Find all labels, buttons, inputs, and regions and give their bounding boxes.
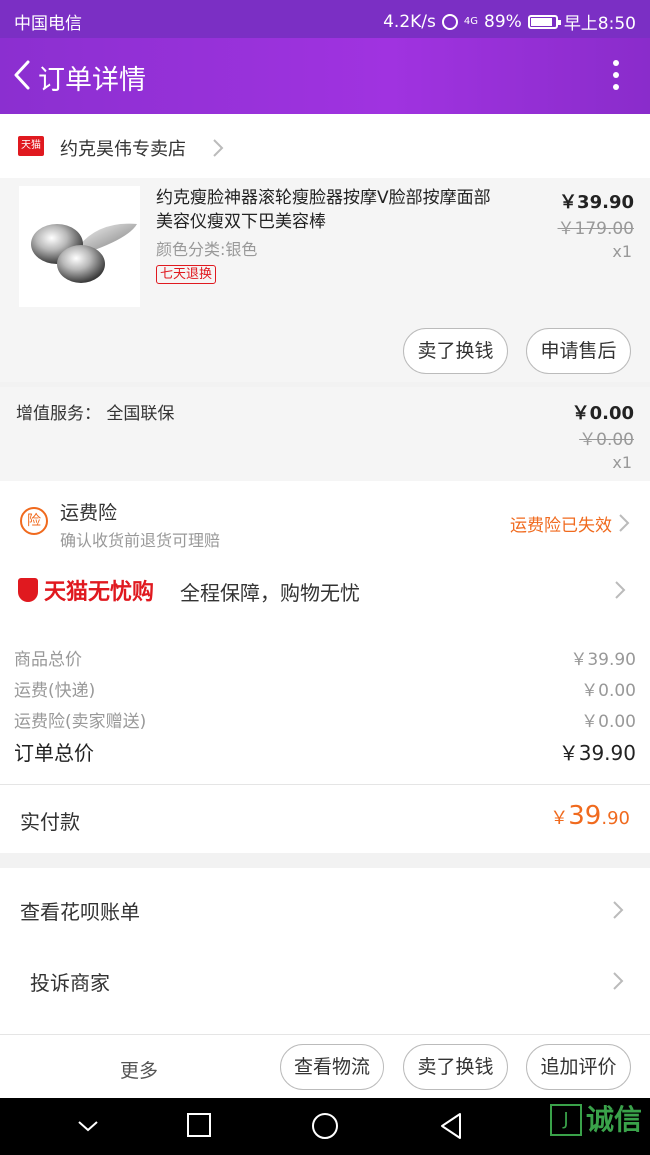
back-arrow-icon[interactable]	[10, 58, 34, 92]
insurance-icon: 险	[20, 507, 48, 535]
service-original-price: ￥0.00	[579, 430, 634, 450]
face-roller-image	[31, 223, 137, 283]
complain-merchant-link[interactable]: 投诉商家	[0, 943, 650, 1015]
summary-label: 商品总价	[14, 650, 82, 670]
battery-fill	[530, 17, 553, 26]
chevron-right-icon	[615, 581, 626, 599]
order-total-label: 订单总价	[14, 741, 94, 765]
product-title[interactable]: 约克瘦脸神器滚轮瘦脸器按摩V脸部按摩面部美容仪瘦双下巴美容棒	[156, 186, 506, 234]
sell-button[interactable]: 卖了换钱	[403, 328, 508, 374]
chevron-right-icon	[613, 972, 624, 990]
huabei-label: 查看花呗账单	[20, 900, 140, 924]
product-original-price: ￥179.00	[557, 219, 634, 239]
actual-payment-label: 实付款	[20, 810, 80, 834]
order-total-row: 订单总价 ￥39.90	[14, 737, 636, 766]
clock: 早上8:50	[563, 14, 636, 34]
back-triangle-icon[interactable]	[439, 1112, 463, 1140]
add-review-button[interactable]: 追加评价	[526, 1044, 631, 1090]
summary-value: ￥0.00	[581, 681, 636, 701]
summary-label: 运费险(卖家赠送)	[14, 712, 147, 732]
summary-row: 商品总价 ￥39.90	[14, 645, 636, 670]
worry-free-row[interactable]: 天猫无忧购 全程保障，购物无忧	[0, 561, 650, 619]
home-icon[interactable]	[311, 1112, 339, 1140]
insurance-status: 运费险已失效	[510, 516, 612, 536]
status-bar: 中国电信 4.2K/s 4G 89% 早上8:50	[0, 0, 650, 38]
amount-decimal: .90	[601, 808, 630, 829]
more-menu-icon[interactable]	[612, 60, 620, 90]
summary-row: 运费险(卖家赠送) ￥0.00	[14, 707, 636, 732]
alarm-icon	[441, 13, 458, 30]
watermark-logo: J 诚信	[549, 1103, 642, 1136]
worry-free-desc: 全程保障，购物无忧	[180, 581, 360, 605]
actual-payment-row: 实付款 ￥39.90	[0, 785, 650, 853]
shield-icon	[18, 578, 38, 602]
watermark-icon: J	[549, 1104, 582, 1136]
action-links: 查看花呗账单 投诉商家	[0, 868, 650, 1034]
bottom-action-bar: 更多 查看物流 卖了换钱 追加评价	[0, 1034, 650, 1098]
product-card[interactable]: 约克瘦脸神器滚轮瘦脸器按摩V脸部按摩面部美容仪瘦双下巴美容棒 颜色分类:银色 七…	[0, 178, 650, 382]
battery-icon	[527, 14, 561, 29]
status-right: 4.2K/s 4G 89% 早上8:50	[383, 9, 636, 35]
hide-nav-icon[interactable]	[76, 1118, 100, 1134]
sell-button[interactable]: 卖了换钱	[403, 1044, 508, 1090]
shop-row[interactable]: 天猫 约克昊伟专卖店	[0, 114, 650, 178]
system-nav-bar: J 诚信	[0, 1098, 650, 1155]
service-quantity: x1	[612, 453, 632, 472]
watermark-text: 诚信	[585, 1103, 642, 1136]
recent-apps-icon[interactable]	[186, 1112, 212, 1138]
view-logistics-button[interactable]: 查看物流	[280, 1044, 384, 1090]
chevron-right-icon	[213, 139, 224, 157]
more-button[interactable]: 更多	[120, 1056, 158, 1083]
shipping-insurance-row[interactable]: 险 运费险 确认收货前退货可理赔 运费险已失效	[0, 481, 650, 561]
complain-label: 投诉商家	[30, 971, 110, 995]
apply-aftersale-button[interactable]: 申请售后	[526, 328, 631, 374]
app-header: 订单详情	[0, 38, 650, 114]
product-sku: 颜色分类:银色	[156, 240, 258, 259]
summary-label: 运费(快递)	[14, 681, 96, 701]
value-added-service: 增值服务： 全国联保 ￥0.00 ￥0.00 x1	[0, 387, 650, 481]
network-speed: 4.2K/s	[383, 11, 436, 32]
battery-percent: 89%	[484, 11, 522, 32]
summary-value: ￥0.00	[581, 712, 636, 732]
service-price: ￥0.00	[571, 403, 634, 424]
view-huabei-bill-link[interactable]: 查看花呗账单	[0, 872, 650, 944]
insurance-subtitle: 确认收货前退货可理赔	[60, 531, 221, 550]
product-quantity: x1	[612, 242, 632, 261]
shop-name: 约克昊伟专卖店	[60, 139, 186, 160]
tmall-badge: 天猫	[18, 136, 44, 156]
tmall-worry-free-logo: 天猫无忧购	[18, 574, 154, 606]
product-price: ￥39.90	[559, 192, 634, 213]
service-label: 增值服务： 全国联保	[16, 404, 175, 424]
return-policy-tag: 七天退换	[156, 265, 217, 284]
page-title: 订单详情	[38, 65, 146, 96]
order-total-value: ￥39.90	[558, 741, 636, 765]
amount-integer: 39	[568, 801, 602, 831]
chevron-right-icon	[619, 514, 630, 532]
worry-free-brand: 天猫无忧购	[44, 580, 155, 605]
currency-symbol: ￥	[550, 808, 569, 829]
summary-value: ￥39.90	[570, 650, 636, 670]
summary-row: 运费(快递) ￥0.00	[14, 676, 636, 701]
network-type: 4G	[463, 16, 479, 27]
insurance-title: 运费险	[60, 502, 118, 524]
actual-payment-amount: ￥39.90	[550, 801, 630, 831]
price-summary: 商品总价 ￥39.90 运费(快递) ￥0.00 运费险(卖家赠送) ￥0.00…	[0, 619, 650, 785]
product-image[interactable]	[19, 186, 140, 307]
carrier-name: 中国电信	[14, 14, 82, 34]
chevron-right-icon	[613, 901, 624, 919]
